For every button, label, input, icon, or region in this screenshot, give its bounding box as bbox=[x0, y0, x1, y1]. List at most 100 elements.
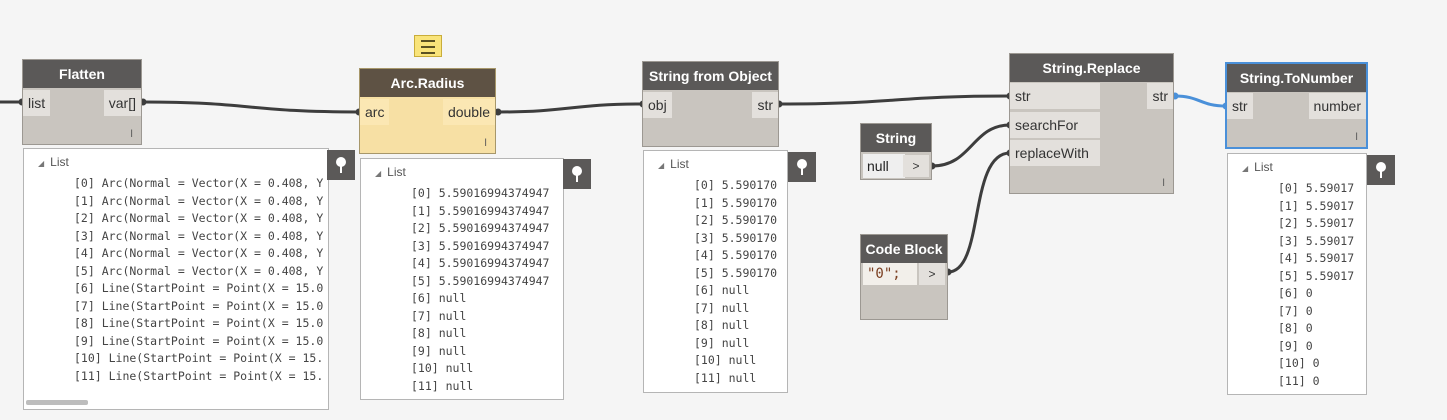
list-item: [1] Arc(Normal = Vector(X = 0.408, Y bbox=[74, 193, 324, 208]
horizontal-scrollbar[interactable] bbox=[26, 400, 88, 405]
collapse-triangle-icon[interactable]: ◢ bbox=[1242, 164, 1248, 173]
list-item: [7] Line(StartPoint = Point(X = 15.0 bbox=[74, 298, 324, 313]
list-label: List bbox=[50, 155, 69, 169]
list-label: List bbox=[670, 157, 689, 171]
list-item: [8] 0 bbox=[1278, 321, 1313, 335]
list-item: [10] 0 bbox=[1278, 356, 1320, 370]
code-block-editor[interactable]: "0"; bbox=[863, 263, 917, 285]
list-item: [7] null bbox=[411, 308, 467, 323]
note-icon[interactable] bbox=[414, 35, 442, 57]
string-input-node[interactable]: String null > bbox=[861, 124, 931, 179]
list-item: [11] null bbox=[694, 370, 757, 385]
list-item: [8] Line(StartPoint = Point(X = 15.0 bbox=[74, 316, 324, 330]
flatten-preview-list-header[interactable]: ◢ List bbox=[38, 155, 69, 169]
list-item: [10] null bbox=[411, 361, 474, 375]
list-item: [9] null bbox=[694, 335, 750, 350]
arc-radius-node[interactable]: Arc.Radius arc double l bbox=[360, 69, 495, 153]
flatten-node[interactable]: Flatten list var[] l bbox=[23, 60, 141, 144]
string-to-number-preview-list-header[interactable]: ◢ List bbox=[1242, 160, 1273, 174]
pin-icon[interactable] bbox=[788, 152, 816, 182]
string-replace-node[interactable]: String.Replace str searchFor replaceWith… bbox=[1010, 54, 1173, 193]
arc-radius-preview-items: [0] 5.59016994374947 [1] 5.5901699437494… bbox=[411, 185, 549, 395]
wire-codeblock-to-replacewith bbox=[947, 151, 1011, 274]
string-value-field[interactable]: null bbox=[863, 154, 905, 178]
list-item: [4] 5.59017 bbox=[1278, 251, 1355, 265]
list-item: [2] 5.590170 bbox=[694, 213, 778, 227]
string-from-object-preview-panel[interactable]: ◢ List [0] 5.590170 [1] 5.590170 [2] 5.59… bbox=[643, 150, 788, 393]
string-from-object-preview-list-header[interactable]: ◢ List bbox=[658, 157, 689, 171]
collapse-triangle-icon[interactable]: ◢ bbox=[38, 159, 44, 168]
collapse-triangle-icon[interactable]: ◢ bbox=[658, 161, 664, 170]
list-item: [5] 5.590170 bbox=[694, 265, 778, 280]
arc-radius-output-port-double[interactable]: double bbox=[442, 99, 495, 125]
list-item: [6] Line(StartPoint = Point(X = 15.0 bbox=[74, 281, 324, 295]
wire-flatten-to-arcradius bbox=[142, 100, 360, 114]
list-item: [1] 5.590170 bbox=[694, 195, 778, 210]
string-from-object-node[interactable]: String from Object obj str bbox=[643, 62, 778, 146]
string-replace-output-port-str[interactable]: str bbox=[1147, 83, 1173, 109]
list-item: [9] Line(StartPoint = Point(X = 15.0 bbox=[74, 333, 324, 348]
list-item: [6] 0 bbox=[1278, 286, 1313, 300]
string-replace-input-port-str[interactable]: str bbox=[1010, 83, 1100, 109]
list-item: [11] Line(StartPoint = Point(X = 15. bbox=[74, 368, 324, 383]
list-item: [9] 0 bbox=[1278, 338, 1313, 353]
list-item: [7] null bbox=[694, 300, 750, 315]
string-to-number-node-title: String.ToNumber bbox=[1227, 64, 1366, 92]
string-to-number-output-port-number[interactable]: number bbox=[1308, 93, 1366, 119]
flatten-output-port-var[interactable]: var[] bbox=[103, 90, 141, 116]
list-item: [3] 5.59016994374947 bbox=[411, 238, 550, 253]
string-replace-input-port-replacewith[interactable]: replaceWith bbox=[1010, 140, 1100, 166]
flatten-preview-panel[interactable]: ◢ List [0] Arc(Normal = Vector(X = 0.408,… bbox=[23, 148, 329, 410]
list-item: [3] 5.590170 bbox=[694, 230, 778, 245]
list-item: [5] 5.59017 bbox=[1278, 268, 1355, 283]
string-replace-input-port-searchfor[interactable]: searchFor bbox=[1010, 112, 1100, 138]
list-label: List bbox=[387, 165, 406, 179]
string-replace-node-title: String.Replace bbox=[1010, 54, 1173, 82]
arc-radius-preview-panel[interactable]: ◢ List [0] 5.59016994374947 [1] 5.5901699… bbox=[360, 158, 564, 400]
arc-radius-lacing-indicator: l bbox=[484, 138, 487, 149]
list-item: [2] 5.59017 bbox=[1278, 216, 1355, 230]
string-to-number-node[interactable]: String.ToNumber str number l bbox=[1227, 64, 1366, 147]
arc-radius-node-title: Arc.Radius bbox=[360, 69, 495, 97]
list-item: [0] Arc(Normal = Vector(X = 0.408, Y bbox=[74, 176, 324, 190]
list-item: [1] 5.59017 bbox=[1278, 198, 1355, 213]
list-item: [5] 5.59016994374947 bbox=[411, 273, 550, 288]
list-item: [3] 5.59017 bbox=[1278, 233, 1355, 248]
code-block-node-title: Code Block bbox=[861, 235, 947, 263]
wire-string-to-searchfor bbox=[931, 123, 1011, 168]
string-from-object-node-title: String from Object bbox=[643, 62, 778, 90]
wire-stringfromobject-to-replace bbox=[778, 94, 1011, 106]
list-item: [4] Arc(Normal = Vector(X = 0.408, Y bbox=[74, 246, 324, 260]
arc-radius-preview-list-header[interactable]: ◢ List bbox=[375, 165, 406, 179]
string-from-object-preview-items: [0] 5.590170 [1] 5.590170 [2] 5.590170 [… bbox=[694, 177, 777, 387]
list-item: [4] 5.59016994374947 bbox=[411, 256, 550, 270]
collapse-triangle-icon[interactable]: ◢ bbox=[375, 169, 381, 178]
code-block-node[interactable]: Code Block "0"; > bbox=[861, 235, 947, 319]
code-block-output-port[interactable]: > bbox=[919, 263, 945, 285]
list-item: [8] null bbox=[694, 318, 750, 332]
list-item: [3] Arc(Normal = Vector(X = 0.408, Y bbox=[74, 228, 324, 243]
flatten-lacing-indicator: l bbox=[130, 129, 133, 140]
pin-icon[interactable] bbox=[1367, 155, 1395, 185]
list-item: [7] 0 bbox=[1278, 303, 1313, 318]
list-item: [6] null bbox=[411, 291, 467, 305]
list-item: [10] Line(StartPoint = Point(X = 15. bbox=[74, 351, 324, 365]
list-item: [1] 5.59016994374947 bbox=[411, 203, 550, 218]
string-input-output-port[interactable]: > bbox=[903, 155, 929, 177]
string-input-node-title: String bbox=[861, 124, 931, 152]
string-to-number-lacing-indicator: l bbox=[1355, 132, 1358, 143]
string-from-object-output-port-str[interactable]: str bbox=[752, 92, 778, 118]
flatten-input-port-list[interactable]: list bbox=[23, 90, 51, 116]
flatten-preview-items: [0] Arc(Normal = Vector(X = 0.408, Y [1]… bbox=[74, 175, 323, 385]
string-to-number-preview-panel[interactable]: ◢ List [0] 5.59017 [1] 5.59017 [2] 5.5901… bbox=[1227, 153, 1367, 395]
string-from-object-input-port-obj[interactable]: obj bbox=[643, 92, 672, 118]
list-item: [2] Arc(Normal = Vector(X = 0.408, Y bbox=[74, 211, 324, 225]
list-item: [11] null bbox=[411, 378, 474, 393]
pin-icon[interactable] bbox=[327, 150, 355, 180]
pin-icon[interactable] bbox=[563, 159, 591, 189]
wire-arcradius-to-stringfromobject bbox=[497, 102, 644, 114]
list-item: [8] null bbox=[411, 326, 467, 340]
string-to-number-input-port-str[interactable]: str bbox=[1227, 93, 1253, 119]
arc-radius-input-port-arc[interactable]: arc bbox=[360, 99, 390, 125]
list-item: [5] Arc(Normal = Vector(X = 0.408, Y bbox=[74, 263, 324, 278]
